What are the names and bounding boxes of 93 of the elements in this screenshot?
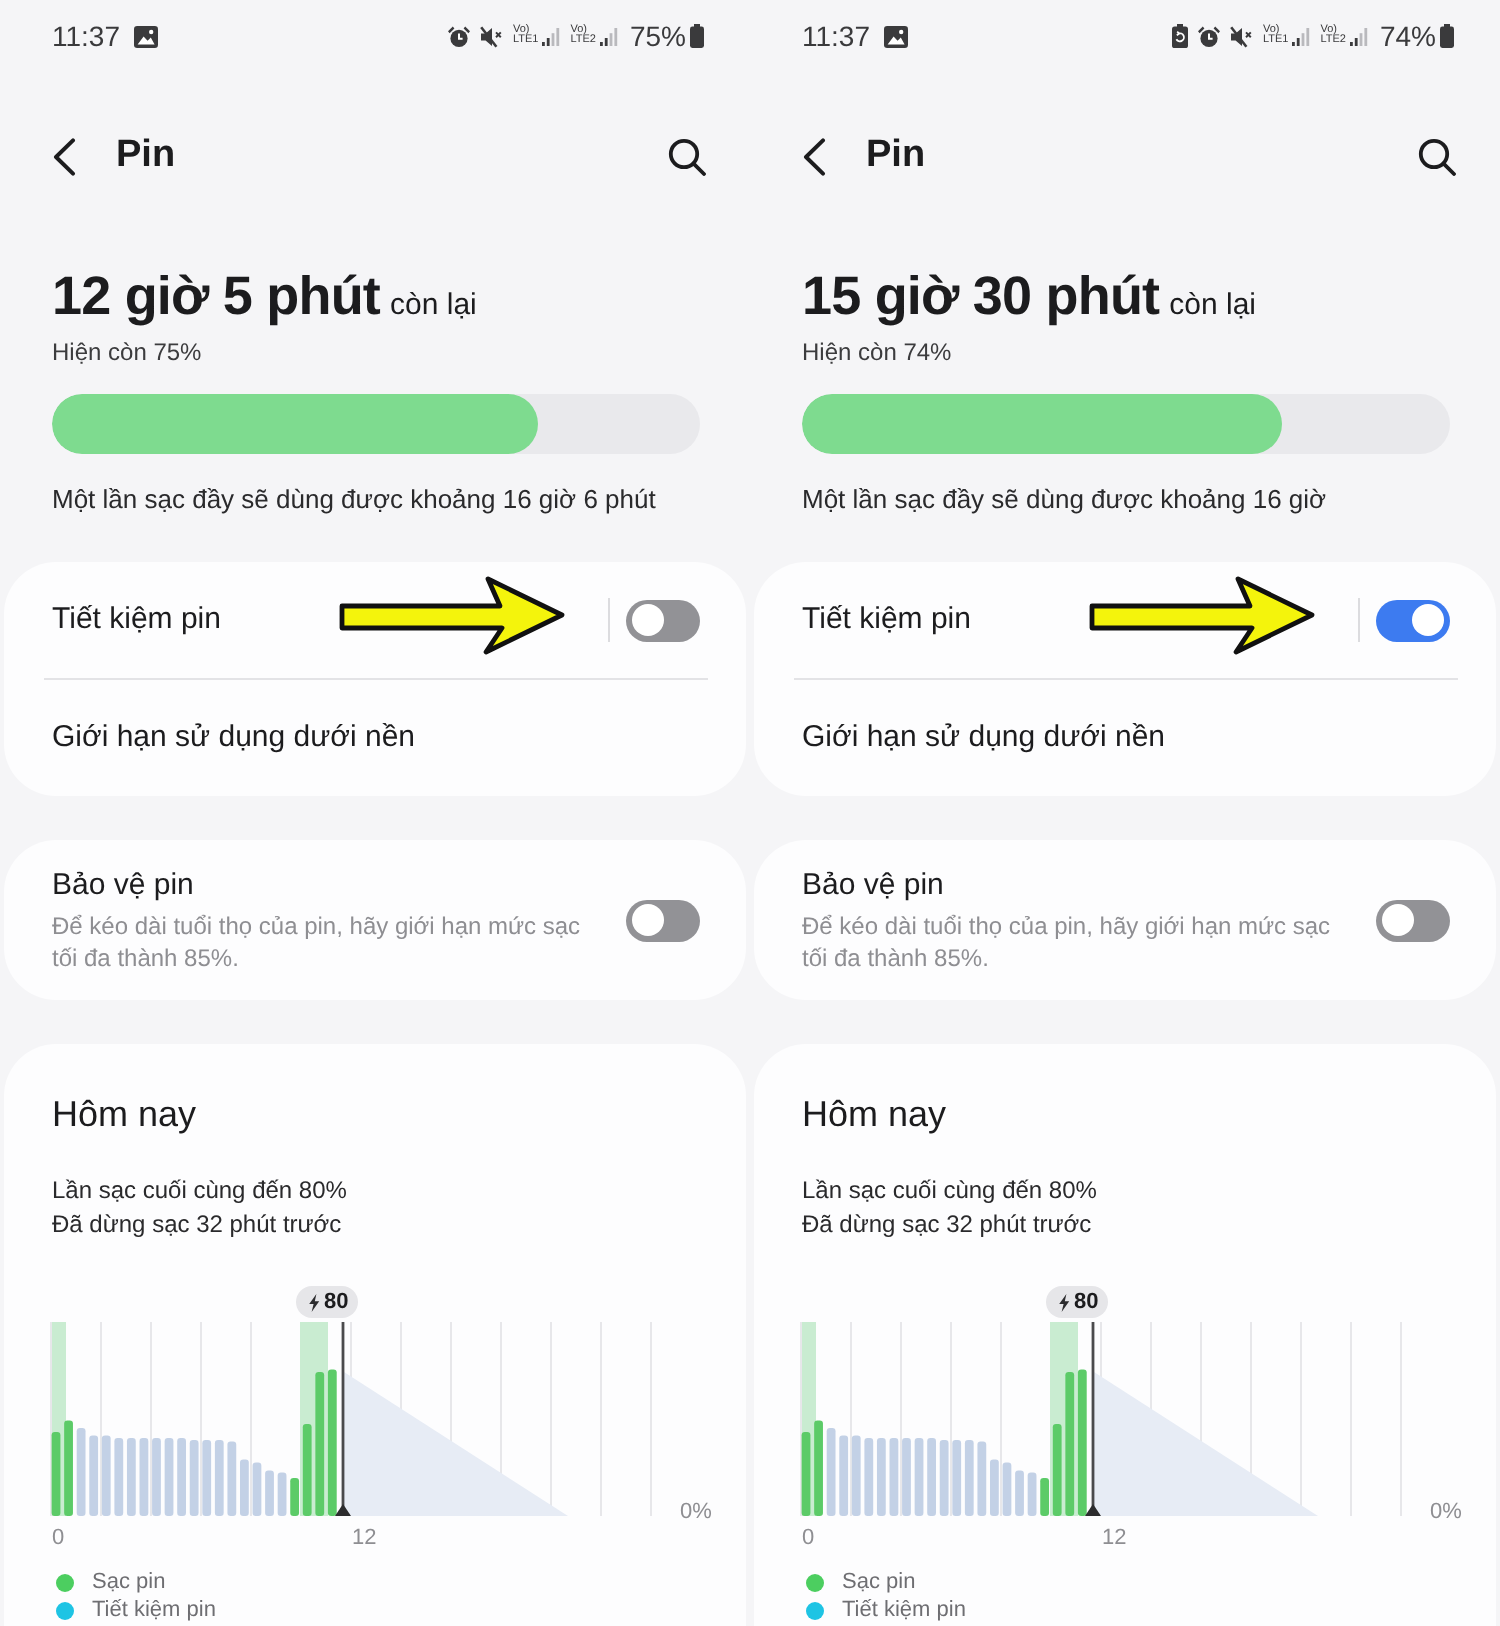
search-icon bbox=[668, 137, 706, 175]
muted-speaker-icon bbox=[480, 25, 503, 47]
legend-label: Sạc pin bbox=[842, 1570, 916, 1596]
chart-bar bbox=[1027, 1472, 1037, 1516]
chart-bar bbox=[76, 1428, 86, 1516]
remaining-suffix: còn lại bbox=[1169, 288, 1256, 322]
toggle-switch[interactable] bbox=[626, 899, 700, 941]
charge-stopped-text: Đã dừng sạc 32 phút trước bbox=[802, 1208, 1094, 1242]
axis-label: 0 bbox=[52, 1526, 65, 1552]
chart-bar bbox=[826, 1428, 836, 1516]
back-icon bbox=[52, 137, 76, 175]
chart-bar bbox=[1015, 1470, 1024, 1516]
full-charge-note: Một lần sạc đầy sẽ dùng được khoảng 16 giờ 6 phút bbox=[52, 482, 658, 518]
chart-bar bbox=[902, 1438, 911, 1516]
toggle-switch[interactable] bbox=[626, 599, 700, 641]
chart-bar bbox=[265, 1470, 274, 1516]
chart-bar bbox=[939, 1440, 949, 1516]
lightning-icon bbox=[308, 1293, 320, 1311]
chart-bar bbox=[889, 1438, 899, 1516]
chart-bar bbox=[252, 1462, 262, 1516]
page-title: Pin bbox=[866, 134, 926, 178]
chart-bar bbox=[227, 1441, 237, 1516]
last-charge-text: Lần sạc cuối cùng đến 80% bbox=[802, 1174, 1099, 1208]
chart-bar bbox=[927, 1438, 936, 1516]
axis-label: 0% bbox=[1430, 1500, 1462, 1526]
muted-speaker-icon bbox=[1230, 25, 1253, 47]
alarm-clock-icon bbox=[1198, 25, 1221, 47]
charge-level-text: 80 bbox=[324, 1288, 349, 1318]
back-icon bbox=[802, 137, 826, 175]
current-level-text: Hiện còn 74% bbox=[802, 336, 954, 368]
chart-bar bbox=[801, 1432, 811, 1516]
remaining-time: 12 giờ 5 phút bbox=[52, 264, 381, 330]
search-button[interactable] bbox=[1418, 137, 1456, 175]
battery-percent: 74% bbox=[1379, 20, 1436, 52]
remaining-time: 15 giờ 30 phút bbox=[802, 264, 1160, 330]
chart-bar bbox=[977, 1441, 987, 1516]
lightning-icon bbox=[1058, 1293, 1070, 1311]
status-time: 11:37 bbox=[52, 20, 120, 52]
chart-bar bbox=[64, 1420, 73, 1516]
chart-bar bbox=[139, 1438, 149, 1516]
setting-label[interactable]: Bảo vệ pin bbox=[802, 866, 944, 906]
back-button[interactable] bbox=[52, 137, 76, 175]
page-title: Pin bbox=[116, 134, 176, 178]
chart-bar bbox=[814, 1420, 823, 1516]
toggle-switch[interactable] bbox=[1376, 599, 1450, 641]
setting-label[interactable]: Bảo vệ pin bbox=[52, 866, 194, 906]
current-level-text: Hiện còn 75% bbox=[52, 336, 204, 368]
setting-label[interactable]: Giới hạn sử dụng dưới nền bbox=[52, 718, 416, 758]
toggle-switch[interactable] bbox=[1376, 899, 1450, 941]
axis-label: 12 bbox=[352, 1526, 377, 1552]
alarm-clock-icon bbox=[448, 25, 471, 47]
battery-icon bbox=[690, 24, 704, 48]
signal-icon bbox=[599, 27, 618, 45]
axis-label: 0 bbox=[802, 1526, 815, 1552]
status-time: 11:37 bbox=[802, 20, 870, 52]
image-icon bbox=[134, 25, 158, 47]
chart-bar bbox=[164, 1438, 174, 1516]
search-button[interactable] bbox=[668, 137, 706, 175]
legend-label: Sạc pin bbox=[92, 1570, 166, 1596]
chart-bar bbox=[277, 1472, 287, 1516]
battery-saver-icon bbox=[1172, 24, 1189, 48]
remaining-suffix: còn lại bbox=[390, 288, 477, 322]
battery-icon bbox=[1440, 24, 1454, 48]
signal-icon bbox=[1292, 27, 1311, 45]
search-icon bbox=[1418, 137, 1456, 175]
chart-bar bbox=[177, 1438, 186, 1516]
chart-bar bbox=[51, 1432, 61, 1516]
image-icon bbox=[884, 25, 908, 47]
chart-bar bbox=[240, 1459, 249, 1516]
signal-icon bbox=[542, 27, 561, 45]
chart-bar bbox=[1002, 1462, 1012, 1516]
axis-label: 12 bbox=[1102, 1526, 1127, 1552]
setting-label[interactable]: Giới hạn sử dụng dưới nền bbox=[802, 718, 1166, 758]
charge-level-text: 80 bbox=[1074, 1288, 1099, 1318]
axis-label: 0% bbox=[680, 1500, 712, 1526]
section-title: Hôm nay bbox=[802, 1092, 949, 1138]
last-charge-text: Lần sạc cuối cùng đến 80% bbox=[52, 1174, 349, 1208]
back-button[interactable] bbox=[802, 137, 826, 175]
chart-bar bbox=[990, 1459, 999, 1516]
setting-label[interactable]: Tiết kiệm pin bbox=[802, 600, 971, 640]
section-title: Hôm nay bbox=[52, 1092, 199, 1138]
legend-label: Tiết kiệm pin bbox=[842, 1598, 966, 1624]
chart-bar bbox=[152, 1438, 161, 1516]
battery-percent: 75% bbox=[629, 20, 686, 52]
chart-bar bbox=[914, 1438, 924, 1516]
chart-bar bbox=[189, 1440, 199, 1516]
signal-icon bbox=[1349, 27, 1368, 45]
setting-label[interactable]: Tiết kiệm pin bbox=[52, 600, 221, 640]
charge-stopped-text: Đã dừng sạc 32 phút trước bbox=[52, 1208, 344, 1242]
setting-description: Để kéo dài tuổi thọ của pin, hãy giới hạn mức sạc tối đa thành 85%. bbox=[802, 910, 1333, 974]
full-charge-note: Một lần sạc đầy sẽ dùng được khoảng 16 giờ bbox=[802, 482, 1329, 518]
setting-description: Để kéo dài tuổi thọ của pin, hãy giới hạn mức sạc tối đa thành 85%. bbox=[52, 910, 583, 974]
legend-label: Tiết kiệm pin bbox=[92, 1598, 216, 1624]
